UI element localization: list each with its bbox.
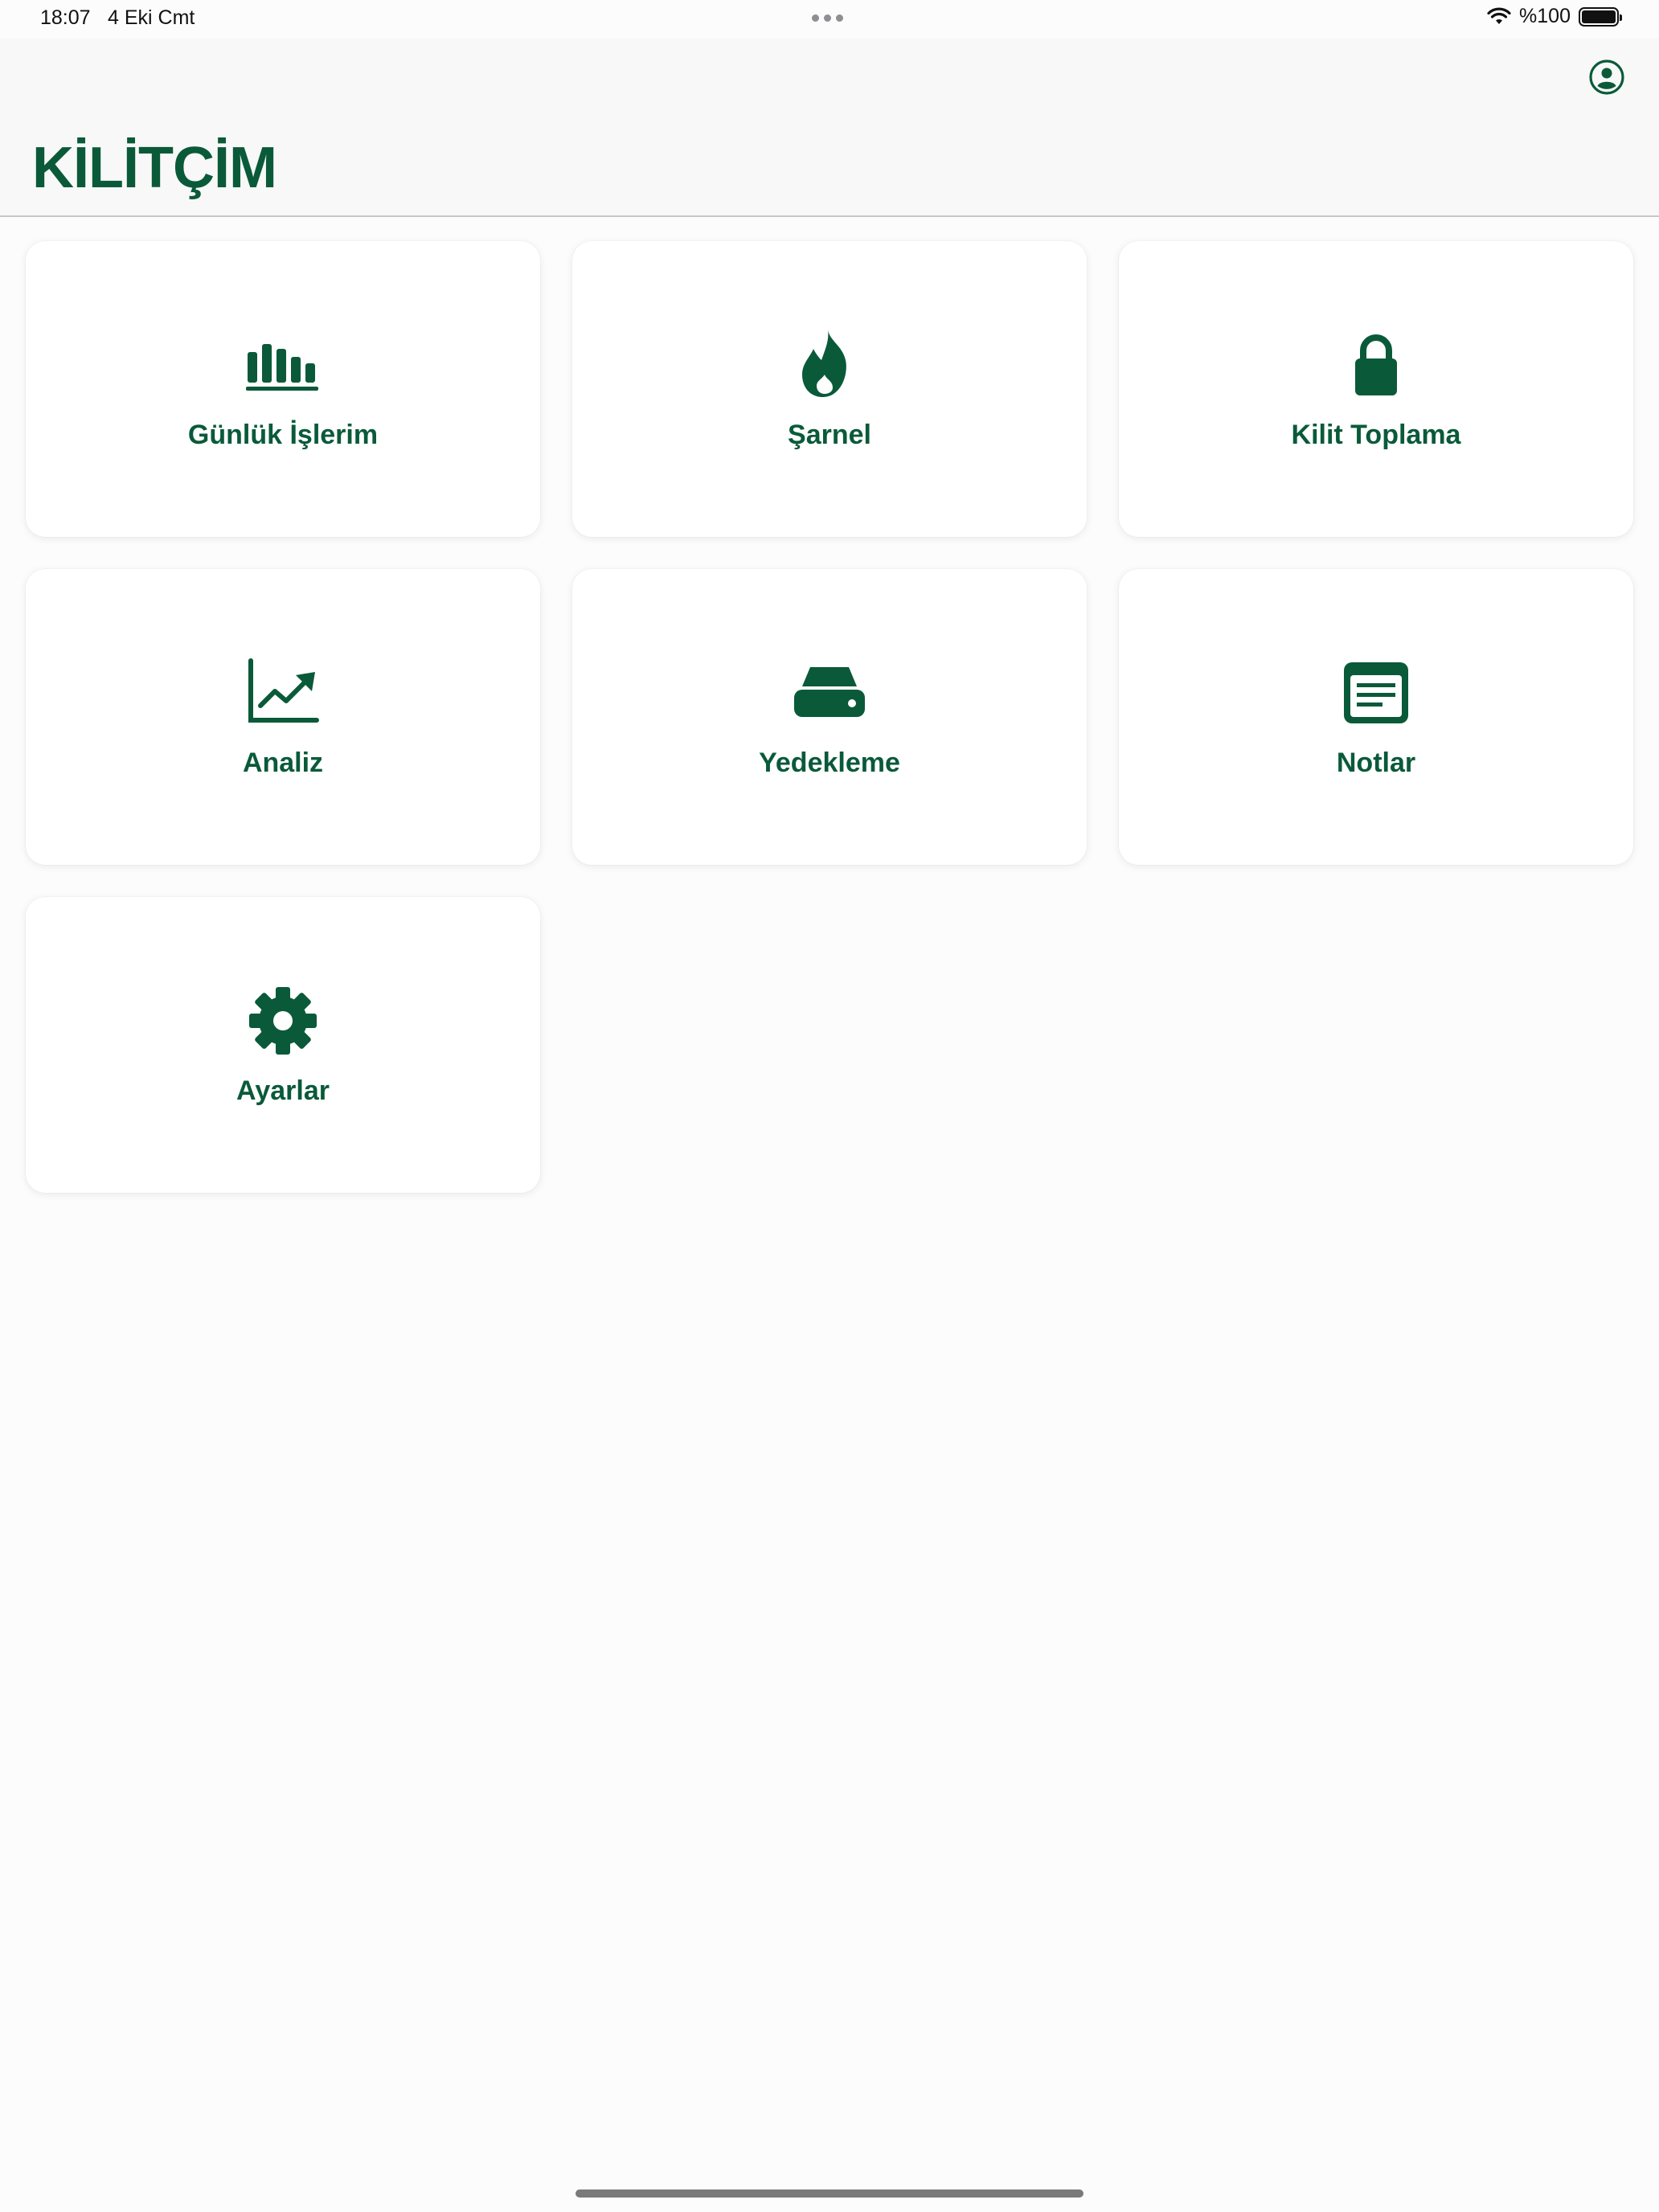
wifi-icon — [1487, 7, 1511, 24]
person-circle-icon — [1589, 59, 1624, 95]
lock-icon — [1339, 328, 1413, 402]
menu-card-label: Notlar — [1336, 747, 1416, 778]
bar-chart-icon — [246, 328, 320, 402]
menu-card-label: Analiz — [242, 747, 324, 778]
menu-card-ayarlar[interactable]: Ayarlar — [26, 897, 540, 1193]
home-indicator[interactable] — [576, 2189, 1083, 2198]
status-date: 4 Eki Cmt — [108, 6, 195, 29]
menu-card-label: Şarnel — [788, 419, 871, 450]
menu-card-label: Kilit Toplama — [1291, 419, 1461, 450]
flame-icon — [793, 328, 866, 402]
menu-card-label: Yedekleme — [759, 747, 900, 778]
battery-percentage: %100 — [1519, 5, 1571, 27]
multitasking-dots-icon[interactable] — [812, 14, 843, 22]
status-indicators: %100 — [1487, 5, 1622, 28]
menu-card-analiz[interactable]: Analiz — [26, 569, 540, 865]
menu-grid: Günlük İşlerim Şarnel Kilit Toplama Anal… — [26, 241, 1633, 1193]
profile-button[interactable] — [1588, 59, 1625, 96]
navigation-header: KİLİTÇİM — [0, 39, 1659, 217]
notes-icon — [1339, 656, 1413, 730]
menu-card-label: Günlük İşlerim — [187, 419, 379, 450]
hard-drive-icon — [793, 656, 866, 730]
menu-card-kilit-toplama[interactable]: Kilit Toplama — [1119, 241, 1633, 537]
gear-icon — [246, 984, 320, 1058]
trending-up-chart-icon — [246, 656, 320, 730]
page-title: KİLİTÇİM — [32, 136, 277, 200]
menu-card-yedekleme[interactable]: Yedekleme — [572, 569, 1087, 865]
menu-card-notlar[interactable]: Notlar — [1119, 569, 1633, 865]
status-bar: 18:07 4 Eki Cmt %100 — [0, 0, 1659, 39]
menu-card-gunluk-islerim[interactable]: Günlük İşlerim — [26, 241, 540, 537]
app-screen: 18:07 4 Eki Cmt %100 KİLİTÇİM Günlük İşl… — [0, 0, 1659, 2212]
status-time: 18:07 — [40, 6, 91, 29]
battery-icon — [1579, 6, 1622, 27]
menu-card-sarnel[interactable]: Şarnel — [572, 241, 1087, 537]
menu-card-label: Ayarlar — [236, 1075, 330, 1106]
